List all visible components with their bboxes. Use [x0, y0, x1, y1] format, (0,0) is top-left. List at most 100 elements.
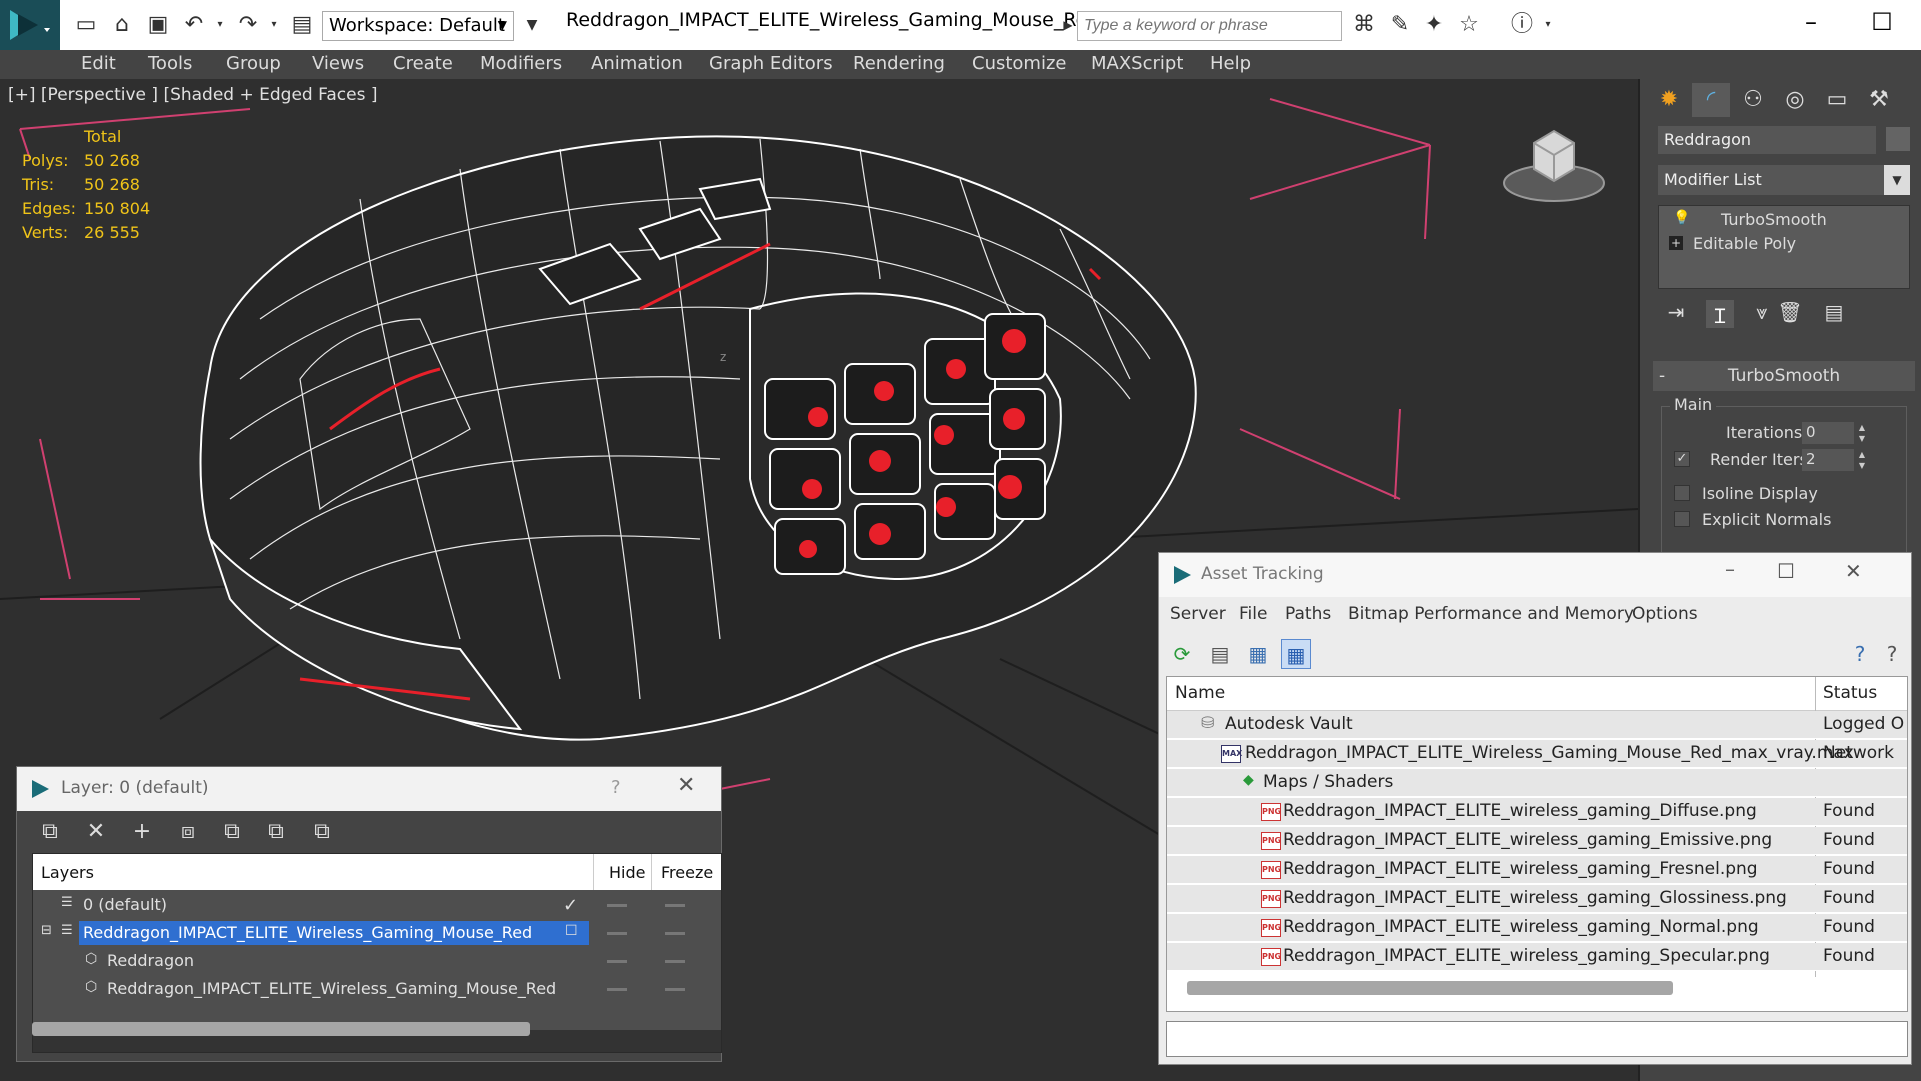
asset-row-texture[interactable]: PNG Reddragon_IMPACT_ELITE_wireless_gami… — [1167, 885, 1907, 913]
utilities-tab-icon[interactable]: ⚒ — [1860, 83, 1898, 117]
asset-row-max-file[interactable]: MAX Reddragon_IMPACT_ELITE_Wireless_Gami… — [1167, 740, 1907, 768]
asset-row-texture[interactable]: PNG Reddragon_IMPACT_ELITE_wireless_gami… — [1167, 827, 1907, 855]
menu-server[interactable]: Server — [1170, 604, 1226, 624]
column-header-layers[interactable]: Layers — [41, 863, 94, 882]
configure-sets-icon[interactable]: ▤ — [1820, 300, 1848, 328]
hide-freeze-all-icon[interactable]: ⧉ — [307, 819, 337, 849]
list-view-icon[interactable]: ▤ — [1205, 639, 1235, 669]
modify-tab-icon[interactable]: ◜ — [1692, 83, 1730, 117]
asset-row-texture[interactable]: PNG Reddragon_IMPACT_ELITE_wireless_gami… — [1167, 798, 1907, 826]
explicit-normals-checkbox[interactable] — [1674, 511, 1690, 527]
modifier-list-dropdown[interactable]: Modifier List ▼ — [1658, 165, 1910, 195]
menu-tools[interactable]: Tools — [148, 53, 192, 74]
dialog-title-bar[interactable]: Layer: 0 (default) ? ✕ — [17, 767, 721, 811]
menu-file[interactable]: File — [1239, 604, 1267, 624]
favorites-star-icon[interactable]: ☆ — [1455, 11, 1483, 39]
menu-views[interactable]: Views — [312, 53, 364, 74]
menu-group[interactable]: Group — [226, 53, 281, 74]
freeze-toggle[interactable] — [665, 932, 685, 935]
asset-row-maps-shaders[interactable]: ◆ Maps / Shaders — [1167, 769, 1907, 797]
freeze-toggle[interactable] — [665, 960, 685, 963]
help-icon[interactable]: ? — [611, 777, 621, 798]
pin-stack-icon[interactable]: ⇥ — [1662, 300, 1690, 328]
app-logo-icon[interactable] — [0, 0, 60, 50]
new-file-icon[interactable]: ▭ — [72, 11, 100, 39]
remove-modifier-icon[interactable]: 🗑 — [1776, 300, 1804, 328]
close-icon[interactable]: ✕ — [677, 773, 695, 798]
communication-icon[interactable]: ✦ — [1420, 11, 1448, 39]
close-icon[interactable]: ✕ — [1845, 559, 1862, 583]
options-help-icon[interactable]: ? — [1877, 639, 1907, 669]
stack-item-turbosmooth[interactable]: 💡 TurboSmooth — [1659, 208, 1909, 232]
binoculars-icon[interactable]: ⌘ — [1350, 11, 1378, 39]
table-view-icon[interactable]: ▦ — [1281, 639, 1311, 669]
show-end-result-icon[interactable]: Ｉ — [1706, 300, 1734, 328]
redo-icon[interactable]: ↷ — [234, 11, 262, 39]
object-color-swatch[interactable] — [1886, 127, 1910, 151]
motion-tab-icon[interactable]: ◎ — [1776, 83, 1814, 117]
render-iters-checkbox[interactable]: ✓ — [1674, 451, 1690, 467]
expand-plus-icon[interactable]: + — [1669, 236, 1683, 250]
menu-edit[interactable]: Edit — [81, 53, 116, 74]
spinner-arrows-icon[interactable]: ▲ ▼ — [1856, 449, 1868, 471]
asset-row-texture[interactable]: PNG Reddragon_IMPACT_ELITE_wireless_gami… — [1167, 914, 1907, 942]
menu-bitmap-performance[interactable]: Bitmap Performance and Memory — [1348, 604, 1634, 624]
minimize-icon[interactable]: – — [1725, 557, 1735, 581]
current-layer-check-icon[interactable]: ✓ — [563, 895, 578, 916]
thumbnail-view-icon[interactable]: ▦ — [1243, 639, 1273, 669]
undo-icon[interactable]: ↶ — [180, 11, 208, 39]
column-header-freeze[interactable]: Freeze — [661, 863, 713, 882]
menu-customize[interactable]: Customize — [972, 53, 1066, 74]
layer-row[interactable]: ⬡ Reddragon_IMPACT_ELITE_Wireless_Gaming… — [33, 975, 721, 1003]
create-layer-icon[interactable]: + — [127, 819, 157, 849]
select-objects-icon[interactable]: ⧉ — [217, 819, 247, 849]
rollout-header[interactable]: - TurboSmooth — [1653, 361, 1915, 391]
menu-paths[interactable]: Paths — [1285, 604, 1331, 624]
project-folder-icon[interactable]: ▤ — [288, 11, 316, 39]
spinner-arrows-icon[interactable]: ▲ ▼ — [1856, 422, 1868, 444]
create-tab-icon[interactable]: ✹ — [1650, 83, 1688, 117]
horizontal-scrollbar-thumb[interactable] — [1187, 981, 1673, 995]
layer-row[interactable]: ⬡ Reddragon — [33, 947, 721, 975]
freeze-toggle[interactable] — [665, 988, 685, 991]
workspace-selector[interactable]: Workspace: Default ▼ — [322, 11, 514, 41]
make-current-box-icon[interactable]: ☐ — [565, 923, 578, 939]
column-header-status[interactable]: Status — [1823, 683, 1877, 703]
menu-graph-editors[interactable]: Graph Editors — [709, 53, 833, 74]
collapse-minus-icon[interactable]: ⊟ — [41, 923, 52, 938]
undo-dropdown-icon[interactable]: ▾ — [206, 11, 234, 39]
layer-row[interactable]: ☰ 0 (default) ✓ — [33, 891, 721, 919]
layer-row[interactable]: ⊟ ☰ Reddragon_IMPACT_ELITE_Wireless_Gami… — [33, 919, 721, 947]
lightbulb-icon[interactable]: 💡 — [1673, 210, 1690, 226]
dialog-title-bar[interactable]: Asset Tracking – ☐ ✕ — [1159, 553, 1911, 597]
help-icon[interactable]: ? — [1845, 639, 1875, 669]
layer-properties-icon[interactable]: ⧉ — [35, 819, 65, 849]
horizontal-scrollbar-thumb[interactable] — [32, 1022, 530, 1036]
delete-layer-icon[interactable]: ✕ — [81, 819, 111, 849]
freeze-toggle[interactable] — [665, 904, 685, 907]
menu-modifiers[interactable]: Modifiers — [480, 53, 562, 74]
object-name-field[interactable]: Reddragon — [1658, 126, 1876, 154]
refresh-icon[interactable]: ⟳ — [1167, 639, 1197, 669]
hide-toggle[interactable] — [607, 932, 627, 935]
add-to-layer-icon[interactable]: ⧈ — [173, 819, 203, 849]
viewport-label[interactable]: [+] [Perspective ] [Shaded + Edged Faces… — [8, 85, 377, 105]
open-folder-icon[interactable]: ⌂ — [108, 11, 136, 39]
menu-help[interactable]: Help — [1210, 53, 1251, 74]
menu-animation[interactable]: Animation — [591, 53, 683, 74]
column-header-hide[interactable]: Hide — [609, 863, 645, 882]
redo-dropdown-icon[interactable]: ▾ — [260, 11, 288, 39]
highlight-selected-icon[interactable]: ⧉ — [261, 819, 291, 849]
help-icon[interactable]: ⓘ — [1508, 11, 1536, 39]
maximize-icon[interactable]: ☐ — [1777, 559, 1795, 583]
search-input[interactable] — [1077, 11, 1342, 41]
hide-toggle[interactable] — [607, 960, 627, 963]
tools-icon[interactable]: ✎ — [1386, 11, 1414, 39]
maximize-icon[interactable] — [1779, 4, 1839, 40]
stack-item-editable-poly[interactable]: + Editable Poly — [1659, 232, 1909, 256]
asset-row-texture[interactable]: PNG Reddragon_IMPACT_ELITE_wireless_gami… — [1167, 856, 1907, 884]
help-dropdown-icon[interactable]: ▾ — [1534, 11, 1562, 39]
menu-create[interactable]: Create — [393, 53, 453, 74]
hide-toggle[interactable] — [607, 904, 627, 907]
hide-toggle[interactable] — [607, 988, 627, 991]
